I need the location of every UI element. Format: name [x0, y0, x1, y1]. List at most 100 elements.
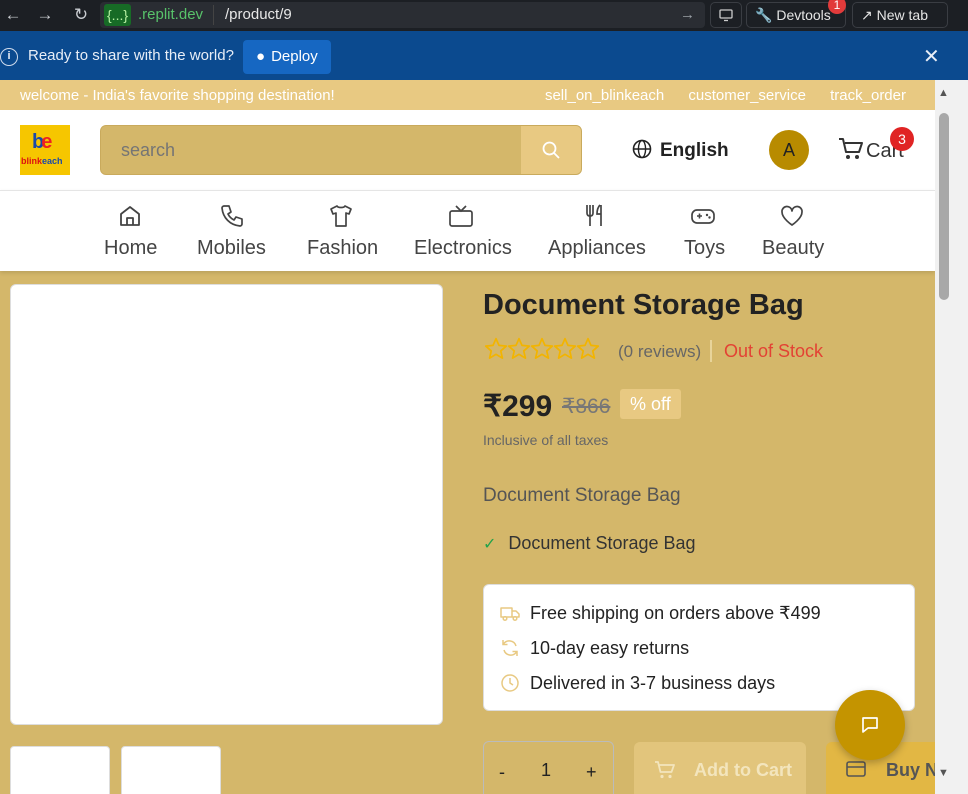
globe-icon: ●	[256, 48, 266, 65]
globe-icon	[632, 139, 652, 159]
language-selector[interactable]: English	[632, 139, 729, 162]
add-to-cart-button[interactable]: Add to Cart	[634, 742, 806, 794]
heart-icon	[781, 205, 803, 226]
site-logo[interactable]: be blinkeach	[20, 125, 70, 175]
utensils-icon	[586, 204, 602, 226]
search-icon	[542, 141, 560, 159]
feature-item: ✓ Document Storage Bag	[483, 533, 696, 554]
product-title: Document Storage Bag	[483, 289, 804, 321]
buy-now-label: Buy Now	[886, 760, 935, 780]
category-electronics[interactable]: Electronics	[414, 191, 512, 271]
category-label: Fashion	[307, 237, 379, 259]
cart-icon	[655, 761, 675, 779]
url-domain: .replit.dev	[138, 6, 204, 23]
back-icon[interactable]: ←	[2, 4, 24, 26]
new-tab-button[interactable]: ↗ New tab	[852, 2, 948, 28]
decrease-button[interactable]: -	[499, 762, 505, 783]
site-header: be blinkeach English A Cart 3	[0, 110, 935, 190]
category-label: Appliances	[548, 237, 646, 259]
tv-icon	[449, 205, 473, 227]
credit-card-icon	[846, 761, 866, 777]
external-link-icon: ↗	[861, 7, 873, 23]
device-preview-button[interactable]	[710, 2, 742, 28]
info-returns: 10-day easy returns	[500, 638, 689, 659]
new-tab-label: New tab	[876, 7, 928, 23]
category-toys[interactable]: Toys	[684, 191, 726, 271]
clock-icon	[501, 674, 519, 692]
search-button[interactable]	[521, 126, 581, 174]
category-appliances[interactable]: Appliances	[548, 191, 646, 271]
cart-count-badge: 3	[890, 127, 914, 151]
url-badge: {...}	[104, 4, 132, 26]
tax-note: Inclusive of all taxes	[483, 432, 609, 448]
delivery-info-box: Free shipping on orders above ₹499 10-da…	[483, 584, 915, 711]
info-delivery: Delivered in 3-7 business days	[500, 673, 775, 694]
forward-icon[interactable]: →	[34, 4, 56, 26]
deploy-label: Deploy	[271, 48, 318, 65]
category-mobiles[interactable]: Mobiles	[197, 191, 267, 271]
refresh-icon	[502, 640, 518, 656]
star-icon	[576, 337, 600, 359]
original-price: ₹866	[562, 395, 611, 418]
go-arrow-icon[interactable]: →	[680, 5, 695, 25]
scroll-up-arrow-icon[interactable]: ▲	[938, 87, 949, 99]
info-text: Delivered in 3-7 business days	[530, 673, 776, 693]
category-home[interactable]: Home	[104, 191, 158, 271]
stock-status: Out of Stock	[724, 341, 824, 361]
url-path: /product/9	[225, 6, 292, 23]
category-label: Toys	[684, 237, 726, 259]
language-label: English	[660, 140, 729, 161]
track-order-link[interactable]: track_order	[830, 87, 906, 104]
reload-icon[interactable]: ↻	[70, 4, 92, 26]
close-icon[interactable]: ✕	[923, 44, 940, 69]
scroll-down-arrow-icon[interactable]: ▼	[938, 767, 949, 779]
search-input[interactable]	[101, 126, 521, 174]
increase-button[interactable]: +	[586, 762, 597, 783]
category-label: Electronics	[414, 237, 512, 259]
browser-toolbar: ← → ↻ {...} .replit.dev /product/9 → 🔧 D…	[0, 0, 968, 31]
wrench-icon: 🔧	[755, 7, 773, 23]
avatar[interactable]: A	[769, 130, 809, 170]
deploy-button[interactable]: ● Deploy	[243, 40, 331, 74]
scrollbar-thumb[interactable]	[939, 113, 949, 300]
truck-icon	[500, 607, 520, 622]
chat-button[interactable]	[835, 690, 905, 760]
top-links: sell_on_blinkeach customer_service track…	[525, 87, 906, 104]
welcome-text: welcome - India's favorite shopping dest…	[20, 87, 335, 104]
product-image[interactable]	[10, 284, 443, 725]
shirt-icon	[330, 205, 352, 227]
divider	[710, 340, 712, 362]
search-bar	[100, 125, 582, 175]
home-icon	[120, 206, 140, 226]
deploy-message: Ready to share with the world?	[28, 47, 234, 64]
category-label: Beauty	[762, 237, 825, 259]
cart-icon	[839, 138, 863, 159]
quantity-value[interactable]: 1	[541, 760, 551, 781]
devtools-label: Devtools	[776, 7, 831, 23]
discount-badge: % off	[620, 389, 681, 419]
gamepad-icon	[691, 209, 715, 224]
quantity-stepper: - 1 +	[483, 741, 614, 794]
url-separator	[213, 5, 214, 25]
phone-icon	[221, 205, 243, 227]
deploy-banner: i Ready to share with the world? ● Deploy…	[0, 31, 968, 80]
category-label: Home	[104, 237, 158, 259]
customer-service-link[interactable]: customer_service	[688, 87, 806, 104]
chat-icon	[862, 717, 878, 733]
thumbnail-1[interactable]	[10, 746, 110, 794]
address-bar[interactable]: {...} .replit.dev /product/9 →	[100, 2, 705, 28]
check-icon: ✓	[483, 536, 497, 553]
info-text: Free shipping on orders above ₹499	[530, 603, 821, 623]
info-text: 10-day easy returns	[530, 638, 690, 658]
monitor-icon	[719, 9, 733, 22]
review-count[interactable]: (0 reviews)	[618, 342, 701, 362]
announcement-strip: welcome - India's favorite shopping dest…	[0, 80, 935, 110]
category-beauty[interactable]: Beauty	[762, 191, 825, 271]
sell-link[interactable]: sell_on_blinkeach	[545, 87, 664, 104]
price: ₹299	[483, 390, 553, 423]
category-label: Mobiles	[197, 237, 266, 259]
thumbnail-2[interactable]	[121, 746, 221, 794]
category-fashion[interactable]: Fashion	[307, 191, 378, 271]
info-icon: i	[0, 48, 18, 66]
add-to-cart-label: Add to Cart	[694, 760, 792, 780]
